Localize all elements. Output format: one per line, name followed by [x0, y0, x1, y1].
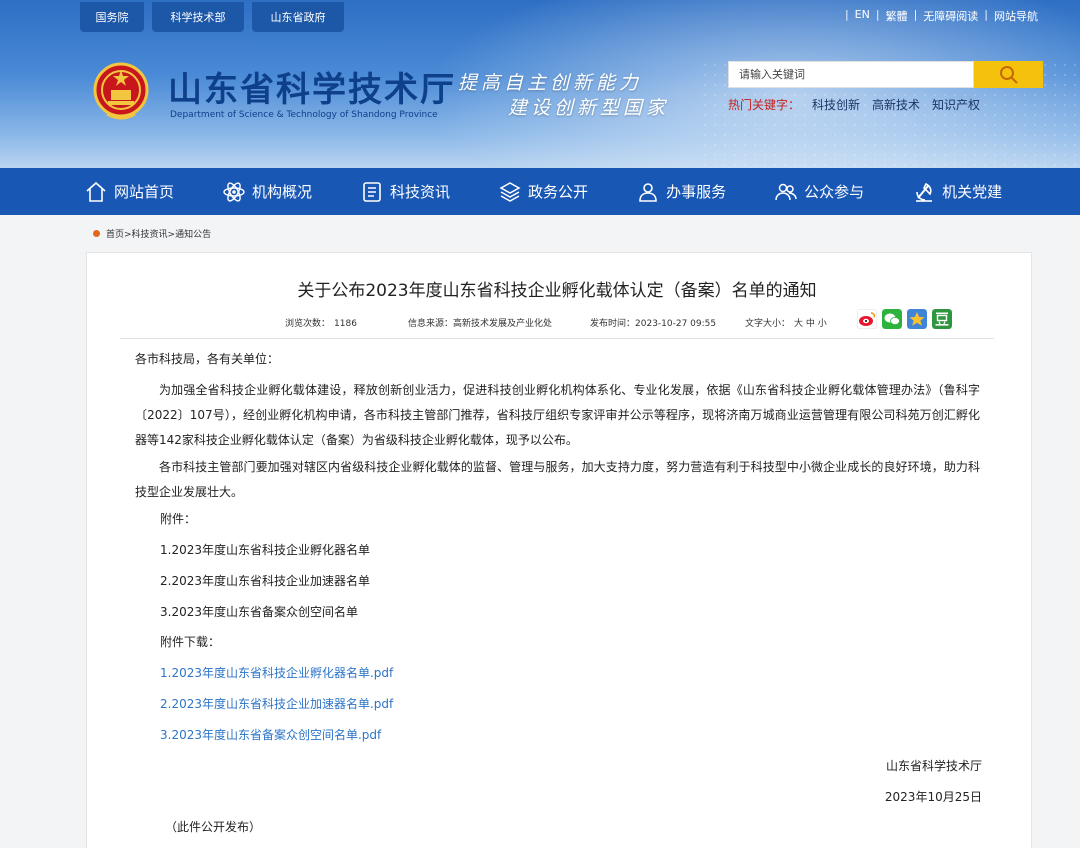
meta-date: 发布时间：2023-10-27 09:55 — [590, 319, 717, 329]
nav-label: 机构概况 — [252, 183, 313, 201]
party-icon — [916, 182, 933, 202]
home-icon — [86, 181, 106, 202]
nav-label: 公众参与 — [804, 183, 865, 201]
paragraph-1: 为加强全省科技企业孵化载体建设，释放创新创业活力，促进科技创业孵化机构体系化、专… — [135, 383, 980, 447]
link-accessibility[interactable]: 无障碍阅读 — [923, 8, 978, 24]
person-service-icon — [639, 182, 657, 202]
people-icon — [775, 183, 797, 200]
site-title: 山东省科学技术厅 — [168, 70, 456, 110]
main-nav: 网站首页 机构概况 科技资讯 政务公开 办事服务 公众参与 机关党建 — [0, 168, 1080, 215]
tab-most[interactable]: 科学技术部 — [152, 2, 244, 32]
download-label: 附件下载： — [160, 635, 221, 649]
slogan-line1: 提高自主创新能力 — [458, 72, 643, 94]
douban-share-icon[interactable] — [932, 309, 952, 329]
national-emblem-icon — [93, 62, 149, 120]
tab-state-council[interactable]: 国务院 — [80, 2, 144, 32]
hot-label: 热门关键字： — [728, 98, 801, 112]
qzone-share-icon[interactable] — [907, 309, 927, 329]
nav-label: 科技资讯 — [390, 183, 451, 201]
nav-label: 机关党建 — [942, 183, 1003, 201]
nav-about[interactable]: 机构概况 — [222, 180, 312, 204]
breadcrumb: 首页>科技资讯>通知公告 — [93, 227, 211, 240]
nav-news[interactable]: 科技资讯 — [360, 180, 450, 204]
hot-keywords: 热门关键字： 科技创新 高新技术 知识产权 — [728, 96, 980, 113]
hot-keyword-ip[interactable]: 知识产权 — [932, 96, 980, 113]
search-input[interactable]: 请输入关键词 — [728, 61, 974, 88]
nav-party[interactable]: 机关党建 — [912, 180, 1002, 204]
wechat-share-icon[interactable] — [882, 309, 902, 329]
title-divider — [120, 338, 994, 339]
salutation: 各市科技局，各有关单位： — [135, 352, 280, 366]
search-icon — [999, 65, 1018, 84]
meta-font-size: 文字大小：大 中 小 — [745, 319, 827, 329]
weibo-share-icon[interactable] — [857, 309, 877, 329]
site-header: 国务院 科学技术部 山东省政府 | EN | 繁體 | 无障碍阅读 | 网站导航… — [0, 0, 1080, 168]
site-subtitle: Department of Science & Technology of Sh… — [170, 110, 438, 120]
meta-views: 浏览次数： 1186 — [285, 319, 357, 329]
layers-icon — [499, 181, 521, 202]
publish-note: （此件公开发布） — [165, 820, 262, 834]
signature: 山东省科学技术厅 — [885, 759, 982, 773]
search-button[interactable] — [974, 61, 1043, 88]
search-placeholder: 请输入关键词 — [739, 68, 805, 81]
news-icon — [363, 181, 381, 202]
breadcrumb-text[interactable]: 首页>科技资讯>通知公告 — [106, 227, 211, 240]
link-sitemap[interactable]: 网站导航 — [994, 8, 1038, 24]
sign-date: 2023年10月25日 — [884, 790, 982, 804]
font-size-options[interactable]: 大 中 小 — [794, 319, 827, 329]
top-tabs: 国务院 科学技术部 山东省政府 — [80, 2, 344, 32]
attachments-label: 附件： — [160, 512, 197, 526]
attachment-item: 2.2023年度山东省科技企业加速器名单 — [160, 574, 370, 588]
download-link[interactable]: 2.2023年度山东省科技企业加速器名单.pdf — [160, 692, 393, 717]
breadcrumb-dot-icon — [93, 230, 100, 237]
hot-keyword-hightech[interactable]: 高新技术 — [872, 96, 920, 113]
nav-public[interactable]: 公众参与 — [774, 180, 864, 204]
meta-source: 信息来源：高新技术发展及产业化处 — [408, 319, 553, 329]
download-link[interactable]: 3.2023年度山东省备案众创空间名单.pdf — [160, 723, 381, 748]
nav-gov-affairs[interactable]: 政务公开 — [498, 180, 588, 204]
attachment-item: 1.2023年度山东省科技企业孵化器名单 — [160, 543, 370, 557]
hot-keyword-innovation[interactable]: 科技创新 — [812, 96, 860, 113]
top-links: | EN | 繁體 | 无障碍阅读 | 网站导航 — [844, 8, 1038, 24]
attachment-item: 3.2023年度山东省备案众创空间名单 — [160, 605, 358, 619]
nav-home[interactable]: 网站首页 — [84, 180, 174, 204]
article-title: 关于公布2023年度山东省科技企业孵化载体认定（备案）名单的通知 — [297, 281, 817, 301]
nav-label: 办事服务 — [666, 183, 727, 201]
nav-services[interactable]: 办事服务 — [636, 180, 726, 204]
nav-label: 政务公开 — [528, 183, 589, 201]
link-english[interactable]: EN — [855, 8, 870, 24]
download-link[interactable]: 1.2023年度山东省科技企业孵化器名单.pdf — [160, 661, 393, 686]
atom-icon — [223, 181, 245, 202]
tab-provincial-gov[interactable]: 山东省政府 — [252, 2, 344, 32]
nav-label: 网站首页 — [114, 183, 175, 201]
link-traditional[interactable]: 繁體 — [886, 8, 908, 24]
slogan-line2: 建设创新型国家 — [508, 97, 670, 119]
paragraph-2: 各市科技主管部门要加强对辖区内省级科技企业孵化载体的监督、管理与服务，加大支持力… — [135, 460, 980, 499]
